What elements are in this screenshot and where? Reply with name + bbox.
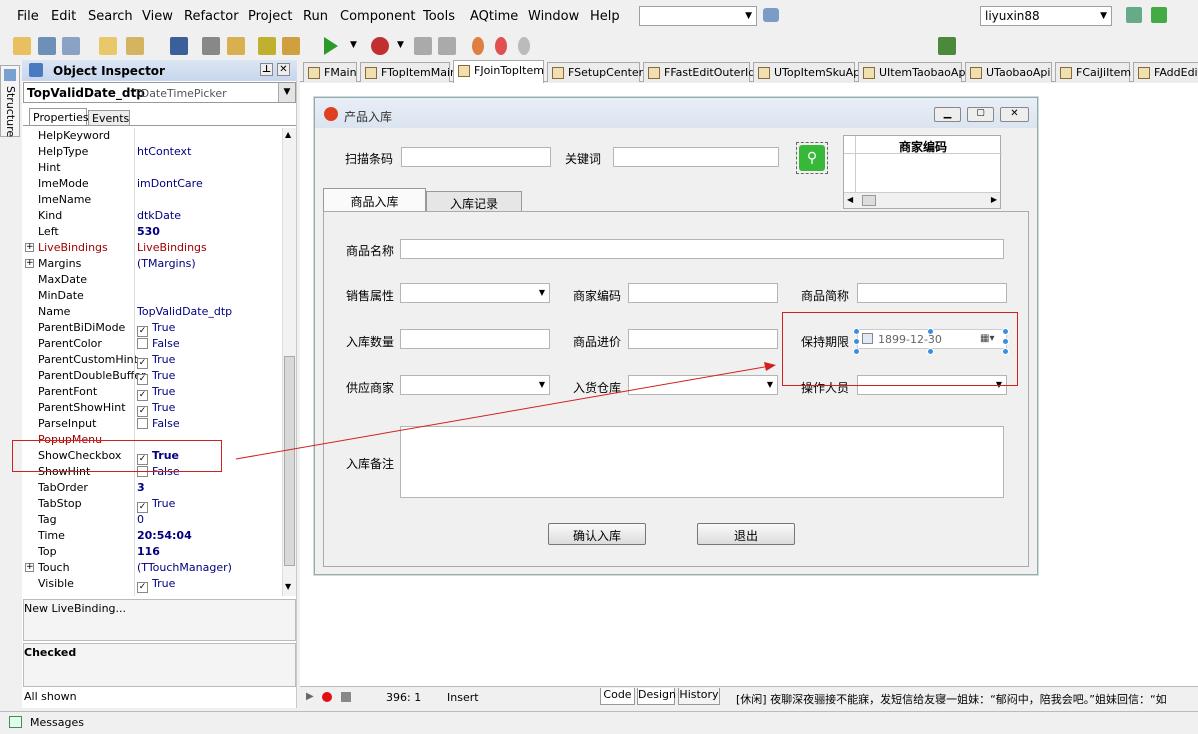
messages-bar[interactable]: Messages	[0, 711, 1198, 734]
cursor-position: 396: 1	[386, 691, 422, 704]
tab-design[interactable]: Design	[637, 688, 676, 705]
tab-code[interactable]: Code	[600, 688, 635, 705]
tab-history[interactable]: History	[678, 688, 720, 705]
edit-mode: Insert	[447, 691, 479, 704]
messages-icon	[9, 716, 22, 728]
news-ticker[interactable]: [休闲] 夜聊深夜骊接不能寐，发短信给友寝一姐妹：“郁闷中，陪我会吧。”姐妹回信…	[736, 691, 1196, 707]
stop-icon[interactable]	[341, 692, 351, 702]
annotation-arrow	[235, 362, 776, 460]
status-bar: ▶ 396: 1 Insert Code Design History [休闲]…	[300, 686, 1198, 708]
record-icon[interactable]	[322, 692, 332, 702]
play-icon[interactable]: ▶	[306, 691, 314, 702]
messages-label: Messages	[30, 716, 84, 729]
